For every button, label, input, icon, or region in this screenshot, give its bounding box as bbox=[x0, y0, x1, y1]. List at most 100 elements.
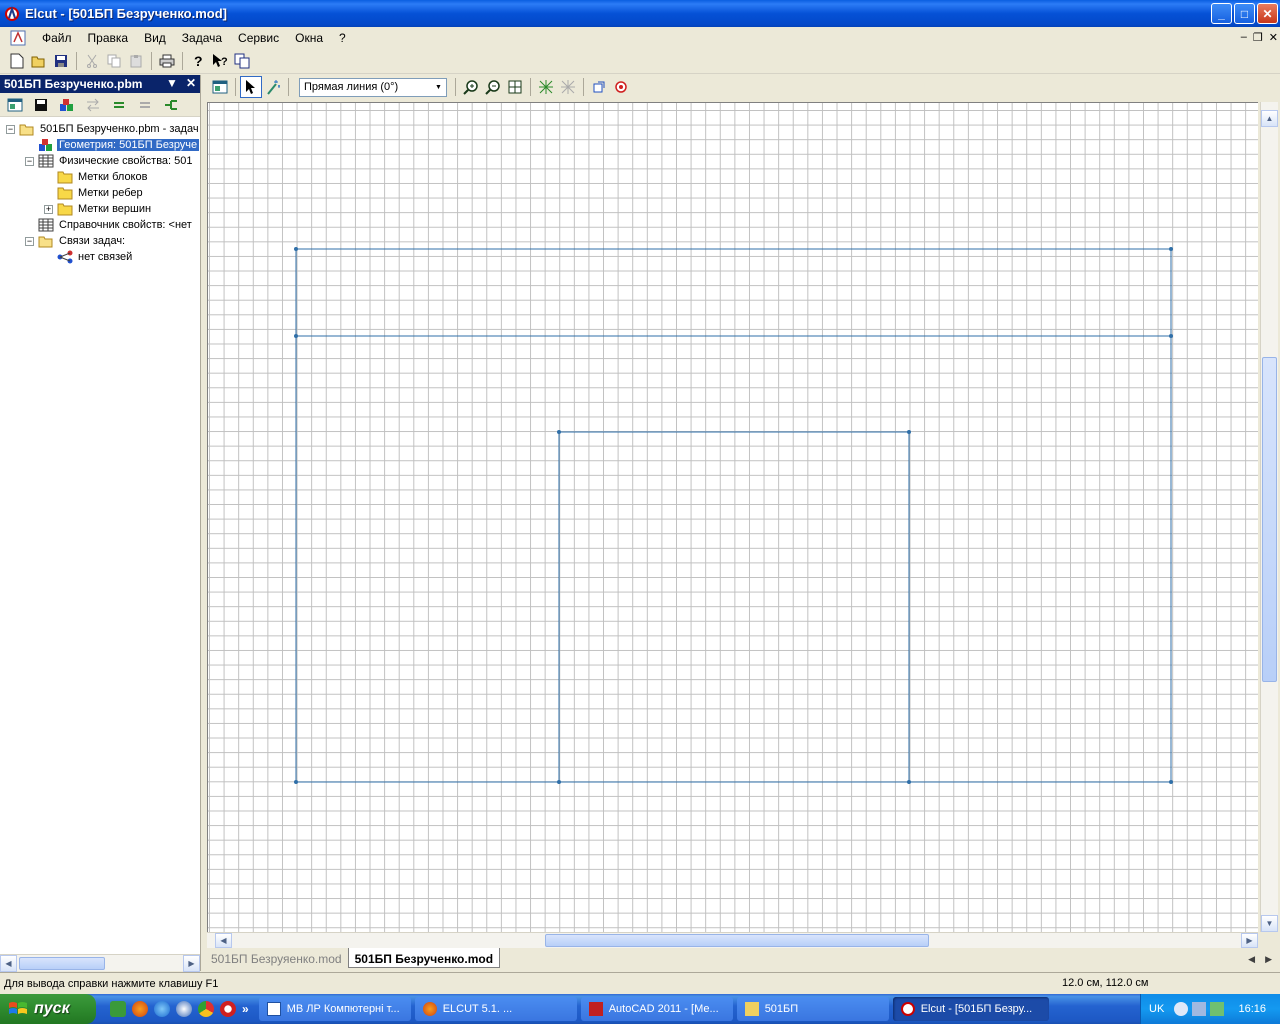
menu-task[interactable]: Задача bbox=[174, 31, 230, 45]
zoom-out-button[interactable] bbox=[482, 76, 504, 98]
menu-windows[interactable]: Окна bbox=[287, 31, 331, 45]
tab-active-document[interactable]: 501БП Безрученко.mod bbox=[347, 948, 501, 968]
panel-dropdown-icon[interactable]: ▼ bbox=[166, 76, 178, 90]
mdi-close-button[interactable]: ✕ bbox=[1269, 31, 1278, 44]
panel-save-button[interactable] bbox=[30, 94, 52, 116]
open-file-button[interactable] bbox=[28, 50, 50, 72]
collapse-icon[interactable]: − bbox=[6, 124, 15, 134]
build-mesh-button[interactable] bbox=[535, 76, 557, 98]
select-mode-button[interactable] bbox=[240, 76, 262, 98]
panel-view-button[interactable] bbox=[4, 94, 26, 116]
maximize-button[interactable]: □ bbox=[1234, 3, 1255, 24]
scroll-thumb[interactable] bbox=[1262, 357, 1277, 682]
collapse-icon[interactable]: − bbox=[25, 236, 34, 246]
zoom-in-button[interactable] bbox=[460, 76, 482, 98]
network-icon[interactable] bbox=[1192, 1002, 1207, 1016]
tree-item[interactable]: + Метки вершин bbox=[0, 201, 200, 217]
scroll-right-icon[interactable]: ▶ bbox=[183, 954, 200, 972]
menu-edit[interactable]: Правка bbox=[80, 31, 137, 45]
mdi-minimize-button[interactable]: – bbox=[1241, 31, 1247, 44]
properties-button[interactable] bbox=[588, 76, 610, 98]
collapse-icon[interactable]: − bbox=[25, 156, 34, 166]
scroll-thumb[interactable] bbox=[19, 956, 105, 970]
tree-item[interactable]: − 501БП Безрученко.pbm - задач bbox=[0, 121, 200, 137]
insert-mode-button[interactable] bbox=[262, 76, 284, 98]
tab-inactive-document[interactable]: 501БП Безруяенко.mod bbox=[205, 948, 348, 968]
canvas-horizontal-scrollbar[interactable]: ◀ ▶ bbox=[207, 932, 1258, 948]
geometry-canvas[interactable] bbox=[207, 102, 1258, 932]
scroll-right-icon[interactable]: ▶ bbox=[1241, 933, 1258, 948]
scroll-up-icon[interactable]: ▲ bbox=[1261, 110, 1278, 127]
geometry-vertex[interactable] bbox=[557, 780, 561, 784]
mdi-restore-button[interactable]: ❐ bbox=[1253, 31, 1263, 44]
tree-item[interactable]: Метки блоков bbox=[0, 169, 200, 185]
elcut-app-icon[interactable] bbox=[4, 5, 20, 22]
start-button[interactable]: пуск bbox=[0, 994, 96, 1024]
panel-swap-button[interactable] bbox=[82, 94, 104, 116]
copy-button[interactable] bbox=[103, 50, 125, 72]
solve-button[interactable] bbox=[610, 76, 632, 98]
chevron-down-icon[interactable]: ▼ bbox=[431, 79, 446, 96]
menu-view[interactable]: Вид bbox=[136, 31, 174, 45]
chrome-icon[interactable] bbox=[198, 1001, 214, 1017]
expand-icon[interactable]: + bbox=[44, 204, 53, 214]
media-player-icon[interactable] bbox=[176, 1001, 192, 1017]
geometry-vertex[interactable] bbox=[907, 430, 911, 434]
help-button[interactable]: ? bbox=[187, 50, 209, 72]
context-help-button[interactable]: ? bbox=[209, 50, 231, 72]
task-button-word[interactable]: МВ ЛР Компютерні т... bbox=[258, 997, 411, 1021]
save-button[interactable] bbox=[50, 50, 72, 72]
geometry-vertex[interactable] bbox=[1169, 247, 1173, 251]
tab-prev-icon[interactable]: ◀ bbox=[1248, 954, 1255, 965]
butterfly-icon[interactable] bbox=[110, 1001, 126, 1017]
tree-item[interactable]: Справочник свойств: <нет bbox=[0, 217, 200, 233]
scroll-left-icon[interactable]: ◀ bbox=[215, 933, 232, 948]
print-button[interactable] bbox=[156, 50, 178, 72]
geometry-vertex[interactable] bbox=[1169, 334, 1173, 338]
menu-help[interactable]: ? bbox=[331, 31, 354, 45]
windows-button[interactable] bbox=[231, 50, 253, 72]
menu-service[interactable]: Сервис bbox=[230, 31, 287, 45]
task-button-folder[interactable]: 501БП bbox=[736, 997, 889, 1021]
tree-item[interactable]: − Физические свойства: 501 bbox=[0, 153, 200, 169]
view-window-button[interactable] bbox=[209, 76, 231, 98]
panel-horizontal-scrollbar[interactable]: ◀ ▶ bbox=[0, 954, 200, 972]
geometry-vertex[interactable] bbox=[294, 247, 298, 251]
tray-back-icon[interactable] bbox=[1174, 1002, 1189, 1016]
panel-close-icon[interactable]: ✕ bbox=[186, 76, 196, 90]
paste-button[interactable] bbox=[125, 50, 147, 72]
quick-launch-more-icon[interactable]: » bbox=[242, 1002, 249, 1016]
canvas-vertical-scrollbar[interactable]: ▲ ▼ bbox=[1260, 102, 1278, 932]
tree-item[interactable]: Геометрия: 501БП Безруче bbox=[0, 137, 200, 153]
zoom-fit-button[interactable] bbox=[504, 76, 526, 98]
opera-icon[interactable] bbox=[220, 1001, 236, 1017]
close-button[interactable]: ✕ bbox=[1257, 3, 1278, 24]
firefox-icon[interactable] bbox=[132, 1001, 148, 1017]
safely-remove-icon[interactable] bbox=[1210, 1002, 1225, 1016]
task-button-elcut[interactable]: Elcut - [501БП Безру... bbox=[892, 997, 1049, 1021]
task-button-autocad[interactable]: AutoCAD 2011 - [Ме... bbox=[580, 997, 733, 1021]
tree-item[interactable]: − Связи задач: bbox=[0, 233, 200, 249]
document-system-icon[interactable] bbox=[10, 30, 26, 46]
remove-mesh-button[interactable] bbox=[557, 76, 579, 98]
menu-file[interactable]: Файл bbox=[34, 31, 80, 45]
geometry-vertex[interactable] bbox=[294, 334, 298, 338]
internet-explorer-icon[interactable] bbox=[154, 1001, 170, 1017]
tree-item[interactable]: Метки ребер bbox=[0, 185, 200, 201]
scroll-left-icon[interactable]: ◀ bbox=[0, 954, 17, 972]
new-file-button[interactable] bbox=[6, 50, 28, 72]
tab-next-icon[interactable]: ▶ bbox=[1265, 954, 1272, 965]
task-button-browser[interactable]: ELCUT 5.1. ... bbox=[414, 997, 577, 1021]
geometry-vertex[interactable] bbox=[907, 780, 911, 784]
geometry-vertex[interactable] bbox=[1169, 780, 1173, 784]
line-type-dropdown[interactable]: Прямая линия (0°) ▼ bbox=[299, 77, 447, 97]
scroll-down-icon[interactable]: ▼ bbox=[1261, 915, 1278, 932]
language-indicator[interactable]: UK bbox=[1149, 1003, 1164, 1015]
scroll-thumb[interactable] bbox=[545, 934, 929, 947]
panel-connect-button[interactable] bbox=[160, 94, 182, 116]
panel-equals-button[interactable] bbox=[108, 94, 130, 116]
cut-button[interactable] bbox=[81, 50, 103, 72]
panel-geometry-button[interactable] bbox=[56, 94, 78, 116]
geometry-vertex[interactable] bbox=[557, 430, 561, 434]
minimize-button[interactable]: _ bbox=[1211, 3, 1232, 24]
